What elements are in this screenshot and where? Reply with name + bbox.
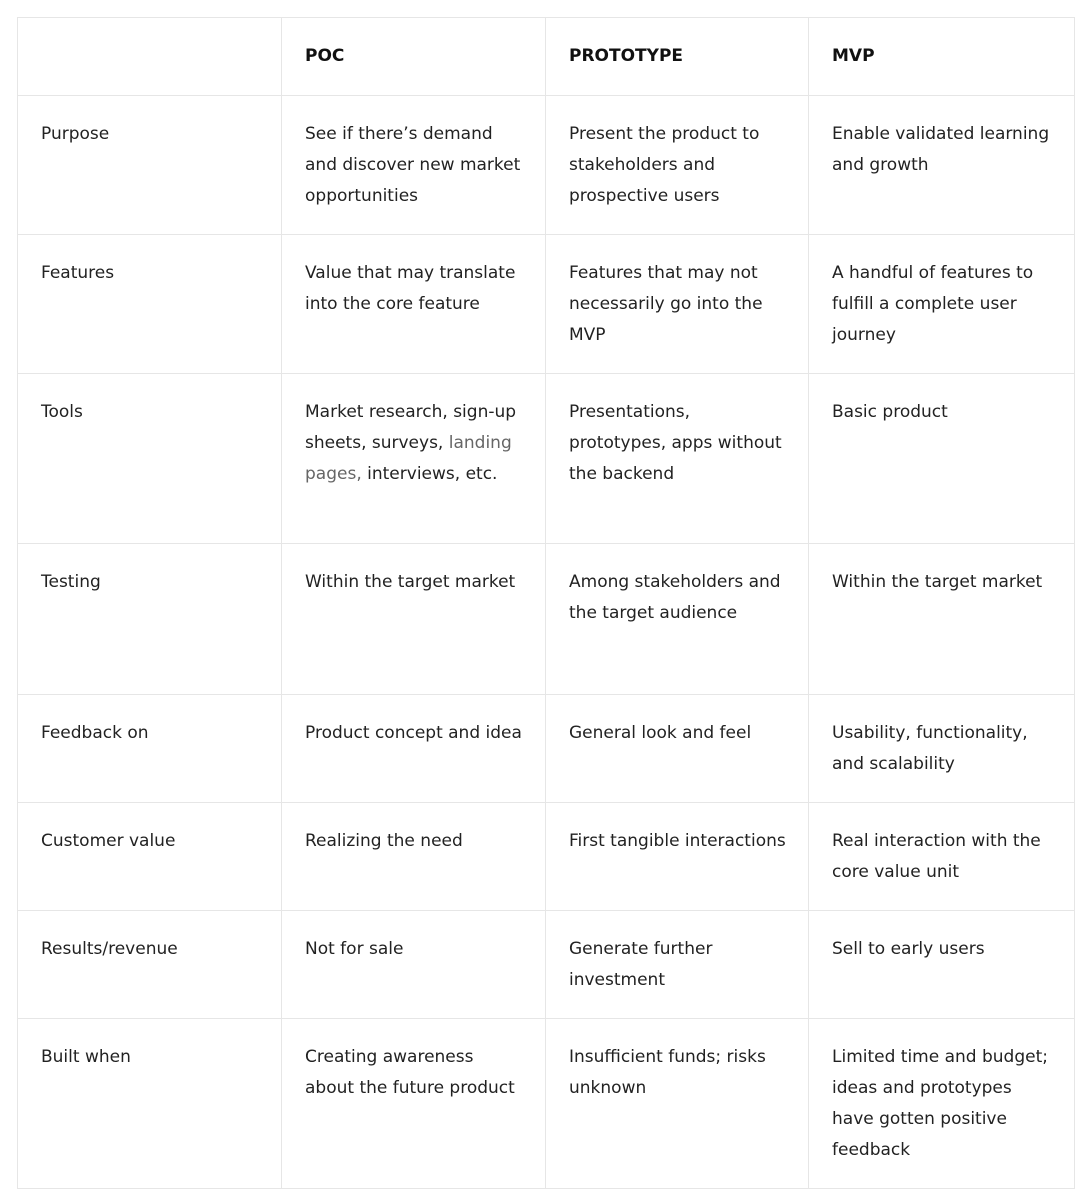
cell-prototype: Present the product to stakeholders and … xyxy=(545,95,809,235)
cell-prototype: Generate further investment xyxy=(545,910,809,1019)
cell-poc: See if there’s demand and discover new m… xyxy=(281,95,546,235)
table-row: Tools Market research, sign-up sheets, s… xyxy=(17,373,1075,544)
cell-poc: Product concept and idea xyxy=(281,694,546,803)
table-row: Built when Creating awareness about the … xyxy=(17,1018,1075,1189)
cell-prototype: Insufficient funds; risks unknown xyxy=(545,1018,809,1189)
cell-poc-tail: interviews, etc. xyxy=(367,464,498,484)
cell-poc: Within the target market xyxy=(281,543,546,695)
row-label: Features xyxy=(17,234,282,374)
comparison-table: POC PROTOTYPE MVP Purpose See if there’s… xyxy=(17,17,1075,1189)
table-row: Results/revenue Not for sale Generate fu… xyxy=(17,910,1075,1019)
cell-mvp: A handful of features to fulfill a compl… xyxy=(808,234,1075,374)
cell-prototype: General look and feel xyxy=(545,694,809,803)
header-empty xyxy=(17,17,282,96)
cell-mvp: Real interaction with the core value uni… xyxy=(808,802,1075,911)
cell-mvp: Sell to early users xyxy=(808,910,1075,1019)
cell-mvp: Limited time and budget; ideas and proto… xyxy=(808,1018,1075,1189)
cell-mvp: Basic product xyxy=(808,373,1075,544)
table-row: Customer value Realizing the need First … xyxy=(17,802,1075,911)
cell-mvp: Usability, functionality, and scalabilit… xyxy=(808,694,1075,803)
row-label: Results/revenue xyxy=(17,910,282,1019)
table-row: Features Value that may translate into t… xyxy=(17,234,1075,374)
header-mvp: MVP xyxy=(808,17,1075,96)
header-row: POC PROTOTYPE MVP xyxy=(17,17,1075,96)
cell-prototype: First tangible interactions xyxy=(545,802,809,911)
row-label: Feedback on xyxy=(17,694,282,803)
cell-poc: Realizing the need xyxy=(281,802,546,911)
cell-poc: Not for sale xyxy=(281,910,546,1019)
cell-poc: Creating awareness about the future prod… xyxy=(281,1018,546,1189)
row-label: Built when xyxy=(17,1018,282,1189)
cell-poc: Market research, sign-up sheets, surveys… xyxy=(281,373,546,544)
header-prototype: PROTOTYPE xyxy=(545,17,809,96)
cell-prototype: Among stakeholders and the target audien… xyxy=(545,543,809,695)
row-label: Testing xyxy=(17,543,282,695)
cell-poc: Value that may translate into the core f… xyxy=(281,234,546,374)
row-label: Customer value xyxy=(17,802,282,911)
table-row: Purpose See if there’s demand and discov… xyxy=(17,95,1075,235)
cell-prototype: Presentations, prototypes, apps without … xyxy=(545,373,809,544)
cell-mvp: Within the target market xyxy=(808,543,1075,695)
header-poc: POC xyxy=(281,17,546,96)
row-label: Tools xyxy=(17,373,282,544)
cell-mvp: Enable validated learning and growth xyxy=(808,95,1075,235)
row-label: Purpose xyxy=(17,95,282,235)
cell-prototype: Features that may not necessarily go int… xyxy=(545,234,809,374)
table-row: Testing Within the target market Among s… xyxy=(17,543,1075,695)
table-row: Feedback on Product concept and idea Gen… xyxy=(17,694,1075,803)
